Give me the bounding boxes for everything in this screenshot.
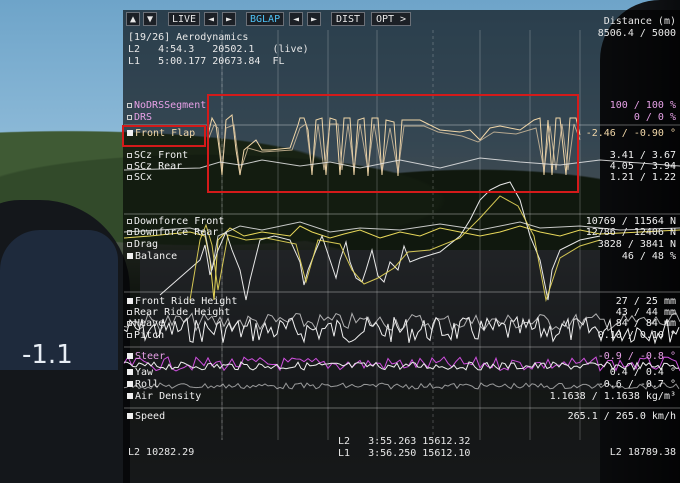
channel-value: 1.1638 / 1.1638 kg/m³ — [549, 391, 676, 402]
live-button[interactable]: LIVE — [168, 12, 200, 26]
channel-label-front-ride-height[interactable]: Front Ride Height — [127, 296, 237, 307]
dist-button[interactable]: DIST — [331, 12, 365, 26]
telemetry-overlay: ▲ ▼ LIVE ◄ ► BGLAP ◄ ► DIST OPT > [19/26… — [0, 0, 680, 483]
channel-value: 0 / 0 % — [633, 112, 676, 123]
channel-label-text: Drag — [134, 239, 159, 250]
distance-label: Distance (m) — [603, 16, 676, 27]
footer-right: L2 18789.38 — [609, 447, 676, 458]
channel-toggle-icon[interactable] — [127, 298, 133, 304]
bglap-button[interactable]: BGLAP — [246, 12, 284, 26]
highlight-box-trace — [207, 94, 579, 193]
channel-label-yaw[interactable]: Yaw — [127, 367, 153, 378]
channel-label-air-density[interactable]: Air Density — [127, 391, 201, 402]
channel-toggle-icon[interactable] — [127, 115, 132, 120]
channel-label-text: Balance — [135, 251, 178, 262]
channel-label-drag[interactable]: Drag — [127, 239, 158, 250]
channel-label-text: DRS — [134, 112, 153, 123]
channel-label-text: SCz Rear — [134, 161, 183, 172]
channel-label-text: Pitch — [134, 330, 165, 341]
highlight-box-label — [122, 125, 206, 147]
channel-toggle-icon[interactable] — [127, 393, 133, 399]
channel-toggle-icon[interactable] — [127, 413, 133, 419]
channel-label-text: Air Density — [135, 391, 202, 402]
channel-value: 3828 / 3841 N — [597, 239, 676, 250]
channel-toggle-icon[interactable] — [127, 242, 132, 247]
channel-value: 46 / 48 % — [621, 251, 676, 262]
channel-toggle-icon[interactable] — [127, 175, 132, 180]
channel-label-text: Downforce Rear — [134, 227, 219, 238]
lap-l2-info: L2 4:54.3 20502.1 (live) — [128, 44, 309, 55]
channel-value: 27 / 25 mm — [615, 296, 676, 307]
channel-label-scx[interactable]: SCx — [127, 172, 152, 183]
channel-value: 3.41 / 3.67 — [609, 150, 676, 161]
channel-toggle-icon[interactable] — [127, 153, 132, 158]
channel-value: 0.10 / 0.10 ° — [597, 330, 676, 341]
channel-toggle-icon[interactable] — [127, 230, 132, 235]
channel-label-scz-front[interactable]: SCz Front — [127, 150, 188, 161]
channel-value: 0.4 / 0.4 ° — [609, 367, 676, 378]
footer-center-l2: L2 3:55.263 15612.32 — [338, 436, 471, 447]
channel-label-balance[interactable]: Balance — [127, 251, 177, 262]
channel-toggle-icon[interactable] — [127, 219, 132, 224]
channel-value: 265.1 / 265.0 km/h — [567, 411, 676, 422]
channel-toggle-icon[interactable] — [127, 321, 132, 326]
channel-label-text: SCz Front — [134, 150, 189, 161]
channel-label-drs[interactable]: DRS — [127, 112, 152, 123]
channel-toggle-icon[interactable] — [127, 253, 133, 259]
channel-value: 100 / 100 % — [609, 100, 676, 111]
channel-toggle-icon[interactable] — [127, 381, 133, 387]
channel-label-text: Heave — [134, 318, 165, 329]
channel-label-pitch[interactable]: Pitch — [127, 330, 164, 341]
channel-toggle-icon[interactable] — [127, 103, 132, 108]
next-lap-button[interactable]: ► — [222, 12, 236, 26]
channel-value: 84 / 84 mm — [615, 318, 676, 329]
channel-label-text: Front Ride Height — [135, 296, 238, 307]
channel-value: -0.6 / -0.7 ° — [597, 379, 676, 390]
channel-label-steer[interactable]: Steer — [127, 351, 165, 362]
channel-label-roll[interactable]: Roll — [127, 379, 159, 390]
channel-label-text: Speed — [135, 411, 166, 422]
channel-label-text: Rear Ride Height — [134, 307, 231, 318]
channel-label-heave[interactable]: Heave — [127, 318, 164, 329]
channel-toggle-icon[interactable] — [127, 369, 133, 375]
channel-label-text: Roll — [135, 379, 160, 390]
channel-label-scz-rear[interactable]: SCz Rear — [127, 161, 182, 172]
channel-label-text: Downforce Front — [134, 216, 225, 227]
lap-l1-info: L1 5:00.177 20673.84 FL — [128, 56, 285, 67]
prev-bglap-button[interactable]: ◄ — [289, 12, 303, 26]
channel-label-speed[interactable]: Speed — [127, 411, 165, 422]
scroll-up-button[interactable]: ▲ — [126, 12, 140, 26]
channel-label-downforce-front[interactable]: Downforce Front — [127, 216, 224, 227]
channel-label-text: Yaw — [135, 367, 154, 378]
channel-value: 4.05 / 3.94 — [609, 161, 676, 172]
footer-left: L2 10282.29 — [128, 447, 195, 458]
page-title: [19/26] Aerodynamics — [128, 32, 249, 43]
channel-toggle-icon[interactable] — [127, 310, 132, 315]
channel-label-rear-ride-height[interactable]: Rear Ride Height — [127, 307, 230, 318]
footer-center-l1: L1 3:56.250 15612.10 — [338, 448, 471, 459]
channel-label-text: SCx — [134, 172, 153, 183]
distance-value: 8506.4 / 5000 — [597, 28, 676, 39]
channel-toggle-icon[interactable] — [127, 164, 132, 169]
channel-value: 12786 / 12406 N — [585, 227, 676, 238]
prev-lap-button[interactable]: ◄ — [204, 12, 218, 26]
channel-toggle-icon[interactable] — [127, 353, 133, 359]
next-bglap-button[interactable]: ► — [307, 12, 321, 26]
channel-value: -2.46 / -0.90 ° — [585, 128, 676, 139]
channel-value: -0.9 / -0.8 ° — [597, 351, 676, 362]
channel-value: 43 / 44 mm — [615, 307, 676, 318]
channel-value: 1.21 / 1.22 — [609, 172, 676, 183]
channel-label-text: NoDRSSegment — [134, 100, 207, 111]
channel-label-downforce-rear[interactable]: Downforce Rear — [127, 227, 218, 238]
options-button[interactable]: OPT > — [371, 12, 411, 26]
channel-label-nodrssegment[interactable]: NoDRSSegment — [127, 100, 206, 111]
channel-value: 10769 / 11564 N — [585, 216, 676, 227]
channel-label-text: Steer — [135, 351, 166, 362]
channel-toggle-icon[interactable] — [127, 333, 132, 338]
scroll-down-button[interactable]: ▼ — [143, 12, 157, 26]
